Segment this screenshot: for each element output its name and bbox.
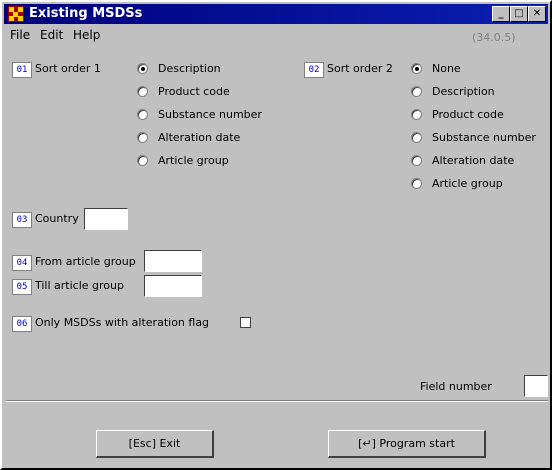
close-button[interactable]: ✕	[528, 6, 546, 22]
maximize-button[interactable]: □	[510, 6, 528, 22]
exit-button[interactable]: [Esc] Exit	[96, 430, 214, 458]
till-article-group-label: Till article group	[35, 279, 124, 292]
sort2-radio-none[interactable]	[411, 63, 422, 74]
sort2-option-label: None	[432, 62, 461, 75]
country-input[interactable]	[84, 208, 128, 230]
sort2-option-label: Substance number	[432, 131, 536, 144]
sort-order-2-label: Sort order 2	[327, 62, 393, 75]
sort2-radio-description[interactable]	[411, 86, 422, 97]
sort1-radio-substance-number[interactable]	[137, 109, 148, 120]
country-label: Country	[35, 212, 79, 225]
field-number-02[interactable]: 02	[304, 62, 324, 78]
alteration-flag-checkbox[interactable]	[240, 317, 251, 328]
divider	[6, 400, 548, 401]
menu-help[interactable]: Help	[73, 28, 100, 42]
till-article-group-input[interactable]	[144, 275, 202, 297]
from-article-group-input[interactable]	[144, 250, 202, 272]
menu-edit[interactable]: Edit	[40, 28, 63, 42]
sort2-option-label: Product code	[432, 108, 504, 121]
field-number-03[interactable]: 03	[12, 212, 32, 228]
sort2-radio-product-code[interactable]	[411, 109, 422, 120]
program-start-button[interactable]: [↵] Program start	[328, 430, 486, 458]
sort2-radio-alteration-date[interactable]	[411, 155, 422, 166]
sort1-radio-article-group[interactable]	[137, 155, 148, 166]
field-number-06[interactable]: 06	[12, 316, 32, 332]
alteration-flag-label: Only MSDSs with alteration flag	[35, 316, 210, 329]
screen-id: (34.0.5)	[472, 31, 516, 44]
from-article-group-label: From article group	[35, 255, 136, 268]
sort2-option-label: Alteration date	[432, 154, 515, 167]
sort-order-1-label: Sort order 1	[35, 62, 101, 75]
app-icon	[8, 6, 24, 22]
minimize-button[interactable]: _	[492, 6, 510, 22]
menu-file[interactable]: File	[10, 28, 30, 42]
sort1-option-label: Article group	[158, 154, 229, 167]
sort1-option-label: Alteration date	[158, 131, 241, 144]
field-number-input[interactable]	[524, 375, 548, 397]
sort1-option-label: Description	[158, 62, 221, 75]
sort1-radio-description[interactable]	[137, 63, 148, 74]
title-bar: Existing MSDSs _ □ ✕	[4, 4, 548, 24]
sort2-radio-article-group[interactable]	[411, 178, 422, 189]
sort1-radio-product-code[interactable]	[137, 86, 148, 97]
window-title: Existing MSDSs	[29, 6, 143, 21]
sort2-option-label: Description	[432, 85, 495, 98]
field-number-04[interactable]: 04	[12, 255, 32, 271]
sort1-option-label: Substance number	[158, 108, 262, 121]
field-number-01[interactable]: 01	[12, 62, 32, 78]
sort1-option-label: Product code	[158, 85, 230, 98]
sort1-radio-alteration-date[interactable]	[137, 132, 148, 143]
sort2-radio-substance-number[interactable]	[411, 132, 422, 143]
field-number-05[interactable]: 05	[12, 279, 32, 295]
app-window: Existing MSDSs _ □ ✕ File Edit Help (34.…	[0, 0, 552, 470]
sort2-option-label: Article group	[432, 177, 503, 190]
field-number-label: Field number	[420, 380, 492, 393]
